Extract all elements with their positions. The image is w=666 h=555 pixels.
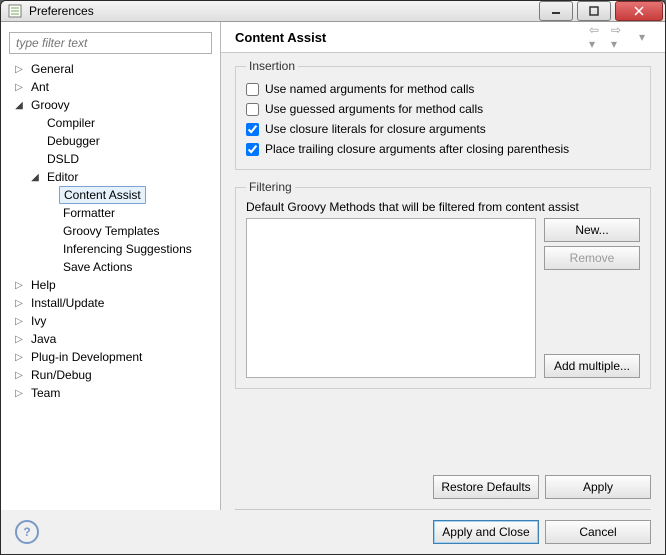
guessed-args-label: Use guessed arguments for method calls	[265, 102, 483, 116]
help-icon[interactable]: ?	[15, 520, 39, 544]
chevron-right-icon: ▷	[13, 333, 25, 345]
filtering-body: New... Remove Add multiple...	[246, 218, 640, 378]
tree-item-content-assist[interactable]: ▷Content Assist	[9, 186, 212, 204]
closure-literals-label: Use closure literals for closure argumen…	[265, 122, 486, 136]
apply-button[interactable]: Apply	[545, 475, 651, 499]
chevron-right-icon: ▷	[13, 63, 25, 75]
tree-item-plugin-dev[interactable]: ▷Plug-in Development	[9, 348, 212, 366]
chevron-down-icon: ◢	[13, 99, 25, 111]
new-button[interactable]: New...	[544, 218, 640, 242]
menu-icon[interactable]: ▾	[633, 28, 651, 46]
dialog-body: ▷General ▷Ant ◢Groovy ▷Compiler ▷Debugge…	[1, 22, 665, 510]
chevron-right-icon: ▷	[13, 351, 25, 363]
tree-item-editor[interactable]: ◢Editor	[9, 168, 212, 186]
window-buttons	[537, 1, 665, 21]
app-icon	[7, 3, 23, 19]
dialog-footer: ? Apply and Close Cancel	[1, 510, 665, 554]
closure-literals-checkbox[interactable]	[246, 123, 259, 136]
tree-item-java[interactable]: ▷Java	[9, 330, 212, 348]
preferences-window: Preferences ▷General ▷Ant ◢Groovy ▷Compi…	[0, 0, 666, 555]
tree-item-general[interactable]: ▷General	[9, 60, 212, 78]
filter-list[interactable]	[246, 218, 536, 378]
remove-button[interactable]: Remove	[544, 246, 640, 270]
window-title: Preferences	[29, 4, 537, 18]
guessed-args-checkbox[interactable]	[246, 103, 259, 116]
chevron-right-icon: ▷	[13, 387, 25, 399]
chevron-right-icon: ▷	[13, 279, 25, 291]
preferences-tree[interactable]: ▷General ▷Ant ◢Groovy ▷Compiler ▷Debugge…	[9, 60, 212, 500]
filter-input[interactable]	[9, 32, 212, 54]
insertion-group: Insertion Use named arguments for method…	[235, 59, 651, 170]
chevron-right-icon: ▷	[13, 369, 25, 381]
forward-icon[interactable]: ⇨ ▾	[611, 28, 629, 46]
closure-literals-row[interactable]: Use closure literals for closure argumen…	[246, 119, 640, 139]
tree-item-install-update[interactable]: ▷Install/Update	[9, 294, 212, 312]
minimize-button[interactable]	[539, 1, 573, 21]
chevron-right-icon: ▷	[13, 81, 25, 93]
insertion-legend: Insertion	[246, 59, 298, 73]
filtering-group: Filtering Default Groovy Methods that wi…	[235, 180, 651, 389]
tree-item-debugger[interactable]: ▷Debugger	[9, 132, 212, 150]
add-multiple-button[interactable]: Add multiple...	[544, 354, 640, 378]
page-title: Content Assist	[235, 30, 585, 45]
guessed-args-row[interactable]: Use guessed arguments for method calls	[246, 99, 640, 119]
tree-item-dsld[interactable]: ▷DSLD	[9, 150, 212, 168]
cancel-button[interactable]: Cancel	[545, 520, 651, 544]
tree-item-save-actions[interactable]: ▷Save Actions	[9, 258, 212, 276]
tree-item-ivy[interactable]: ▷Ivy	[9, 312, 212, 330]
tree-item-groovy[interactable]: ◢Groovy	[9, 96, 212, 114]
tree-item-compiler[interactable]: ▷Compiler	[9, 114, 212, 132]
named-args-row[interactable]: Use named arguments for method calls	[246, 79, 640, 99]
chevron-down-icon: ◢	[29, 171, 41, 183]
tree-item-run-debug[interactable]: ▷Run/Debug	[9, 366, 212, 384]
trailing-closure-checkbox[interactable]	[246, 143, 259, 156]
filter-buttons: New... Remove Add multiple...	[544, 218, 640, 378]
named-args-checkbox[interactable]	[246, 83, 259, 96]
filtering-description: Default Groovy Methods that will be filt…	[246, 200, 640, 214]
page-header: Content Assist ⇦ ▾ ⇨ ▾ ▾	[221, 22, 665, 53]
chevron-right-icon: ▷	[13, 315, 25, 327]
tree-item-ant[interactable]: ▷Ant	[9, 78, 212, 96]
tree-item-team[interactable]: ▷Team	[9, 384, 212, 402]
titlebar[interactable]: Preferences	[1, 1, 665, 22]
close-button[interactable]	[615, 1, 663, 21]
tree-item-help[interactable]: ▷Help	[9, 276, 212, 294]
back-icon[interactable]: ⇦ ▾	[589, 28, 607, 46]
restore-defaults-button[interactable]: Restore Defaults	[433, 475, 539, 499]
tree-item-groovy-templates[interactable]: ▷Groovy Templates	[9, 222, 212, 240]
maximize-button[interactable]	[577, 1, 611, 21]
apply-and-close-button[interactable]: Apply and Close	[433, 520, 539, 544]
trailing-closure-label: Place trailing closure arguments after c…	[265, 142, 569, 156]
named-args-label: Use named arguments for method calls	[265, 82, 474, 96]
page-footer: Restore Defaults Apply	[235, 465, 651, 510]
chevron-right-icon: ▷	[13, 297, 25, 309]
left-panel: ▷General ▷Ant ◢Groovy ▷Compiler ▷Debugge…	[1, 22, 221, 510]
tree-item-inferencing[interactable]: ▷Inferencing Suggestions	[9, 240, 212, 258]
filtering-legend: Filtering	[246, 180, 295, 194]
content-panel: Content Assist ⇦ ▾ ⇨ ▾ ▾ Insertion Use n…	[221, 22, 665, 510]
tree-item-formatter[interactable]: ▷Formatter	[9, 204, 212, 222]
trailing-closure-row[interactable]: Place trailing closure arguments after c…	[246, 139, 640, 159]
